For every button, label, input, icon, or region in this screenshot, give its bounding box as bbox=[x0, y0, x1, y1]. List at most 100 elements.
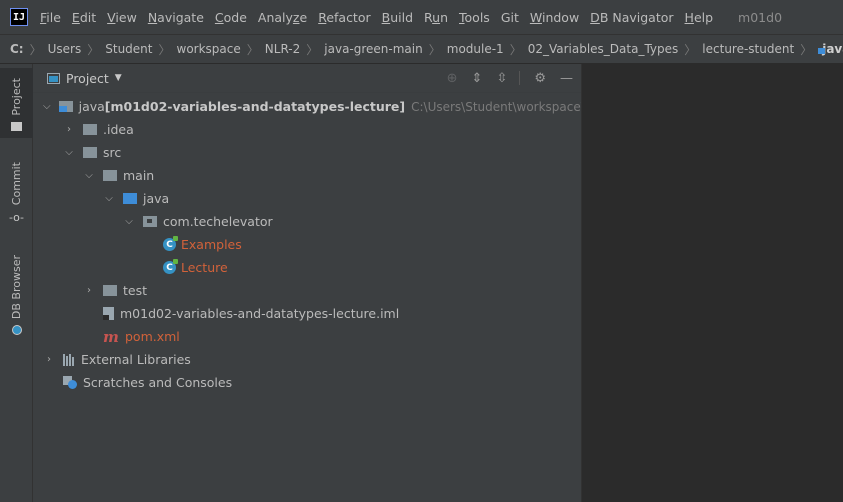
tree-node-lecture[interactable]: C Lecture bbox=[33, 256, 581, 279]
chevron-right-icon: 〉 bbox=[246, 42, 259, 57]
tree-node-pom[interactable]: m pom.xml bbox=[33, 325, 581, 348]
gear-icon[interactable]: ⚙ bbox=[534, 71, 546, 86]
menu-edit[interactable]: Edit bbox=[72, 10, 96, 25]
database-icon bbox=[11, 325, 22, 336]
module-folder-icon bbox=[58, 101, 73, 112]
chevron-right-icon: 〉 bbox=[87, 42, 100, 57]
breadcrumb-item[interactable]: Student bbox=[105, 42, 152, 56]
editor-area[interactable] bbox=[582, 64, 843, 502]
chevron-right-icon[interactable]: › bbox=[63, 124, 75, 135]
tree-node-root[interactable]: ⌵ java [m01d02-variables-and-datatypes-l… bbox=[33, 95, 581, 118]
menu-navigate[interactable]: Navigate bbox=[148, 10, 204, 25]
breadcrumb-item[interactable]: module-1 bbox=[447, 42, 504, 56]
tree-node-iml[interactable]: m01d02-variables-and-datatypes-lecture.i… bbox=[33, 302, 581, 325]
chevron-right-icon[interactable]: › bbox=[43, 354, 55, 365]
breadcrumb-item[interactable]: NLR-2 bbox=[265, 42, 300, 56]
chevron-right-icon: 〉 bbox=[684, 42, 697, 57]
folder-icon bbox=[103, 170, 117, 181]
tree-node-module-name: [m01d02-variables-and-datatypes-lecture] bbox=[104, 99, 406, 114]
tree-node-src[interactable]: ⌵ src bbox=[33, 141, 581, 164]
tree-node-label: src bbox=[103, 145, 122, 160]
chevron-right-icon: 〉 bbox=[800, 42, 813, 57]
menu-tools[interactable]: Tools bbox=[459, 10, 490, 25]
folder-icon bbox=[11, 121, 22, 131]
tab-project-label: Project bbox=[10, 78, 23, 116]
module-file-icon bbox=[103, 307, 114, 320]
chevron-right-icon: 〉 bbox=[306, 42, 319, 57]
menu-build[interactable]: Build bbox=[382, 10, 413, 25]
tree-node-label: java bbox=[78, 99, 105, 114]
menu-git[interactable]: Git bbox=[501, 10, 519, 25]
project-panel-header: Project ▼ ⊕ ⇕ ⇳ ⚙ — bbox=[33, 64, 581, 93]
tree-node-idea[interactable]: › .idea bbox=[33, 118, 581, 141]
menu-run[interactable]: Run bbox=[424, 10, 448, 25]
tree-node-label: pom.xml bbox=[125, 329, 180, 344]
tab-commit[interactable]: Commit -o- bbox=[0, 156, 33, 226]
commit-icon: -o- bbox=[8, 211, 25, 225]
tree-node-scratches[interactable]: Scratches and Consoles bbox=[33, 371, 581, 394]
folder-icon bbox=[83, 147, 97, 158]
tab-commit-label: Commit bbox=[10, 162, 23, 206]
breadcrumb-item[interactable]: lecture-student bbox=[702, 42, 794, 56]
tab-db-browser[interactable]: DB Browser bbox=[0, 249, 33, 344]
chevron-right-icon: 〉 bbox=[29, 42, 42, 57]
java-class-icon: C bbox=[163, 259, 178, 274]
chevron-right-icon: 〉 bbox=[509, 42, 522, 57]
chevron-down-icon[interactable]: ⌵ bbox=[103, 193, 115, 204]
tree-node-label: Scratches and Consoles bbox=[83, 375, 233, 390]
locate-file-icon[interactable]: ⊕ bbox=[447, 71, 458, 86]
source-folder-icon bbox=[123, 193, 137, 204]
breadcrumb-item[interactable]: java-green-main bbox=[324, 42, 422, 56]
project-panel: Project ▼ ⊕ ⇕ ⇳ ⚙ — ⌵ java [m01d02-varia… bbox=[33, 64, 582, 502]
tree-node-label: External Libraries bbox=[81, 352, 191, 367]
menu-analyze[interactable]: Analyze bbox=[258, 10, 307, 25]
menu-refactor[interactable]: Refactor bbox=[318, 10, 370, 25]
library-icon bbox=[63, 353, 75, 366]
tree-node-label: m01d02-variables-and-datatypes-lecture.i… bbox=[120, 306, 400, 321]
breadcrumb-item-current[interactable]: java bbox=[822, 42, 843, 56]
expand-all-icon[interactable]: ⇕ bbox=[472, 71, 483, 86]
chevron-right-icon[interactable]: › bbox=[83, 285, 95, 296]
dropdown-arrow-icon[interactable]: ▼ bbox=[115, 73, 122, 83]
breadcrumb-item[interactable]: workspace bbox=[177, 42, 241, 56]
tree-node-examples[interactable]: C Examples bbox=[33, 233, 581, 256]
tree-node-package[interactable]: ⌵ com.techelevator bbox=[33, 210, 581, 233]
menu-db-navigator[interactable]: DB Navigator bbox=[590, 10, 673, 25]
chevron-down-icon[interactable]: ⌵ bbox=[83, 170, 95, 181]
tree-node-test[interactable]: › test bbox=[33, 279, 581, 302]
tree-node-label: .idea bbox=[103, 122, 134, 137]
java-class-icon: C bbox=[163, 236, 178, 251]
breadcrumb-item[interactable]: 02_Variables_Data_Types bbox=[528, 42, 679, 56]
tab-project[interactable]: Project bbox=[0, 68, 33, 138]
menu-view[interactable]: View bbox=[107, 10, 137, 25]
left-tool-strip: Project Commit -o- DB Browser bbox=[0, 64, 33, 502]
menu-file[interactable]: File bbox=[40, 10, 61, 25]
minimize-icon[interactable]: — bbox=[560, 71, 573, 86]
tree-node-label: com.techelevator bbox=[163, 214, 273, 229]
breadcrumb-item[interactable]: Users bbox=[48, 42, 82, 56]
breadcrumb: C: 〉 Users 〉 Student 〉 workspace 〉 NLR-2… bbox=[0, 34, 843, 64]
menu-code[interactable]: Code bbox=[215, 10, 247, 25]
maven-icon: m bbox=[103, 327, 119, 346]
toolbar-divider bbox=[519, 71, 521, 85]
project-view-selector[interactable]: Project bbox=[66, 71, 109, 86]
tab-db-browser-label: DB Browser bbox=[10, 255, 23, 320]
chevron-down-icon[interactable]: ⌵ bbox=[43, 101, 51, 112]
chevron-down-icon[interactable]: ⌵ bbox=[123, 216, 135, 227]
intellij-logo-icon[interactable]: IJ bbox=[10, 8, 28, 26]
menu-window[interactable]: Window bbox=[530, 10, 579, 25]
folder-icon bbox=[103, 285, 117, 296]
chevron-down-icon[interactable]: ⌵ bbox=[63, 147, 75, 158]
menu-help[interactable]: Help bbox=[685, 10, 714, 25]
collapse-all-icon[interactable]: ⇳ bbox=[496, 71, 507, 86]
tree-node-main[interactable]: ⌵ main bbox=[33, 164, 581, 187]
scratches-icon bbox=[63, 376, 77, 389]
window-title: m01d0 bbox=[738, 9, 783, 25]
chevron-right-icon: 〉 bbox=[158, 42, 171, 57]
chevron-right-icon: 〉 bbox=[428, 42, 441, 57]
tree-node-java-source[interactable]: ⌵ java bbox=[33, 187, 581, 210]
tree-node-external-libraries[interactable]: › External Libraries bbox=[33, 348, 581, 371]
tree-node-label: java bbox=[143, 191, 170, 206]
breadcrumb-drive[interactable]: C: bbox=[10, 42, 24, 56]
project-view-icon bbox=[47, 72, 60, 84]
